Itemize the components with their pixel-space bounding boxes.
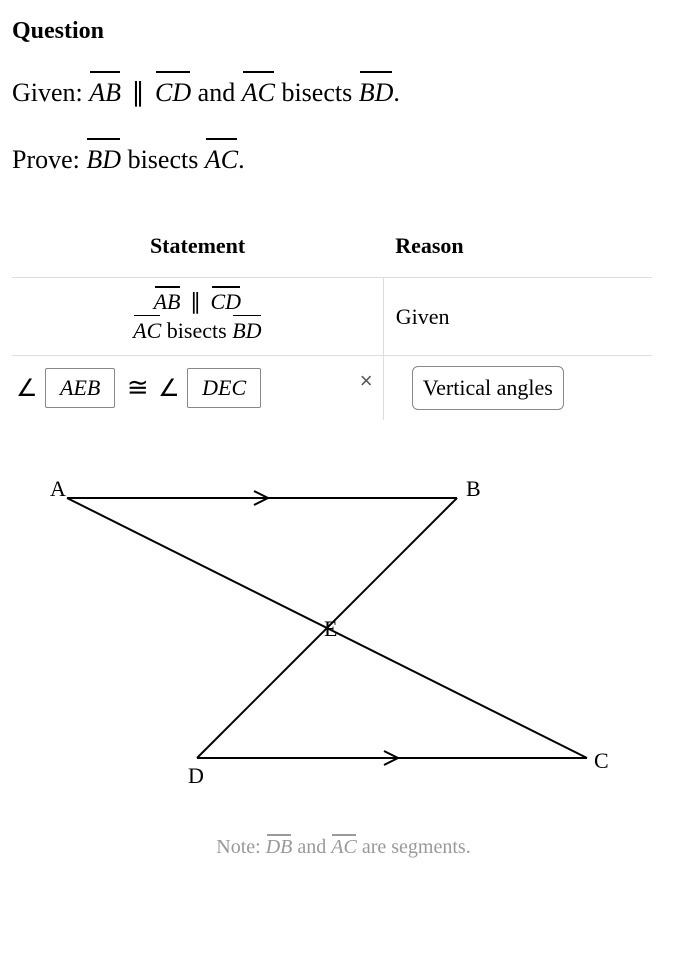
segment-bd: BD [359,73,394,112]
period-2: . [238,145,245,174]
note-db: DB [266,836,293,859]
angle-icon: ∠ [16,374,38,403]
seg-bd-cell: BD [232,317,261,346]
segment-ab: AB [89,73,121,112]
note-suffix: are segments. [357,836,471,858]
angle-icon-2: ∠ [158,374,180,403]
parallel-symbol: ∥ [132,73,145,112]
segment-bd-2: BD [86,140,121,179]
segment-cd: CD [155,73,191,112]
note-ac: AC [331,836,357,859]
parallel-cell: ∥ [190,288,201,317]
label-a: A [50,476,66,501]
diagram-note: Note: DB and AC are segments. [12,836,675,859]
angle-input-2[interactable]: DEC [187,368,261,408]
seg-ab-cell: AB [154,288,181,317]
prove-statement: Prove: BD bisects AC. [12,140,675,179]
proof-table: Statement Reason AB ∥ CD AC bisects BD G… [12,223,652,420]
label-b: B [466,476,481,501]
reason-cell-1: Given [383,278,652,356]
statement-cell-2: ∠ AEB ≅ ∠ DEC [12,356,383,421]
table-row: AB ∥ CD AC bisects BD Given [12,278,652,356]
note-and: and [292,836,331,858]
geometry-diagram: A B C D E [12,458,652,818]
angle-input-1[interactable]: AEB [45,368,115,408]
prove-prefix: Prove: [12,145,86,174]
note-prefix: Note: [216,836,265,858]
seg-cd-cell: CD [211,288,242,317]
reason-input[interactable]: Vertical angles [412,366,564,410]
seg-ac-cell: AC [133,317,161,346]
given-bisects: bisects [275,78,359,107]
given-statement: Given: AB ∥ CD and AC bisects BD. [12,73,675,112]
bisects-cell: bisects [161,318,232,343]
header-statement: Statement [12,223,383,278]
label-e: E [324,616,337,641]
table-row: ∠ AEB ≅ ∠ DEC × Vertical angles [12,356,652,421]
given-prefix: Given: [12,78,89,107]
label-c: C [594,748,609,773]
label-d: D [188,763,204,788]
statement-cell-1: AB ∥ CD AC bisects BD [12,278,383,356]
prove-bisects: bisects [121,145,205,174]
header-reason: Reason [383,223,652,278]
given-and: and [191,78,242,107]
period-1: . [393,78,400,107]
close-icon[interactable]: × [360,368,373,394]
question-heading: Question [12,18,675,45]
segment-ac-2: AC [205,140,238,179]
congruent-symbol: ≅ [127,373,149,403]
segment-ac: AC [242,73,275,112]
reason-cell-2: × Vertical angles [383,356,652,421]
